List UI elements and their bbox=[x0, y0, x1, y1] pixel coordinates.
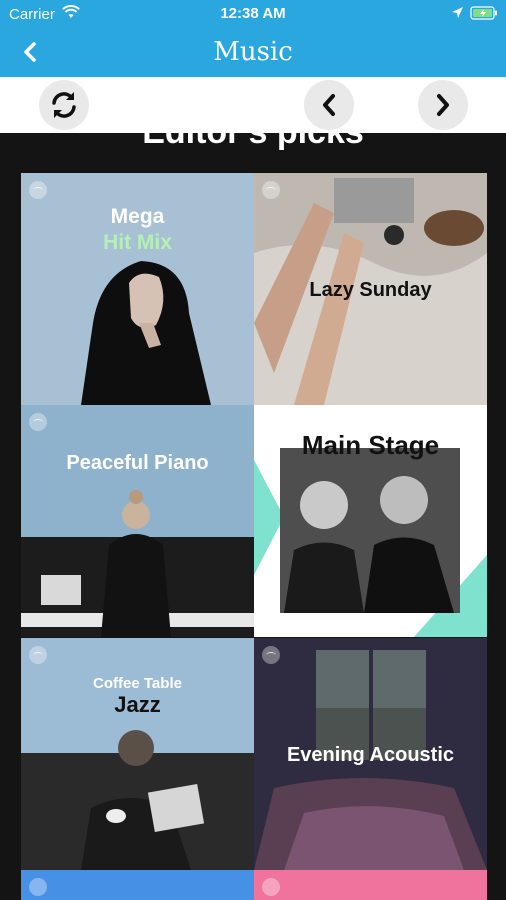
playlist-tile[interactable]: Coffee Table Jazz bbox=[21, 638, 254, 870]
next-button[interactable] bbox=[418, 80, 468, 130]
playlist-tile-partial[interactable] bbox=[254, 870, 487, 900]
playlist-tile[interactable]: Main Stage bbox=[254, 405, 487, 637]
playlist-tile[interactable]: Lazy Sunday bbox=[254, 173, 487, 405]
spotify-logo-icon bbox=[29, 181, 47, 199]
section-title: Editor's picks bbox=[0, 133, 506, 152]
spotify-logo-icon bbox=[262, 646, 280, 664]
refresh-icon bbox=[52, 92, 76, 118]
battery-icon bbox=[470, 6, 497, 20]
cover-art bbox=[21, 490, 254, 637]
content-area: Editor's picks Mega Hit Mix bbox=[0, 133, 506, 900]
playlist-title: Evening Acoustic bbox=[286, 744, 455, 766]
playlist-title: Main Stage bbox=[301, 430, 440, 460]
playlist-subtitle: Jazz bbox=[114, 692, 161, 717]
top-bar: Carrier 12:38 AM Music bbox=[0, 0, 506, 77]
toolbar bbox=[0, 77, 506, 133]
page-title: Music bbox=[213, 37, 293, 67]
spotify-logo-icon bbox=[29, 413, 47, 431]
refresh-button[interactable] bbox=[39, 80, 89, 130]
playlist-subtitle: Hit Mix bbox=[103, 231, 172, 254]
location-arrow-icon bbox=[452, 7, 463, 18]
spotify-logo-icon bbox=[262, 181, 280, 199]
status-bar: Carrier 12:38 AM bbox=[0, 0, 506, 26]
previous-button[interactable] bbox=[304, 80, 354, 130]
spotify-logo-icon bbox=[262, 413, 280, 431]
chevron-right-icon bbox=[437, 94, 449, 116]
playlist-tile[interactable]: Peaceful Piano bbox=[21, 405, 254, 637]
spotify-logo-icon bbox=[262, 878, 280, 896]
playlist-title: Lazy Sunday bbox=[309, 279, 432, 301]
spotify-logo-icon bbox=[29, 646, 47, 664]
clock: 12:38 AM bbox=[220, 5, 286, 22]
playlist-tile[interactable]: Mega Hit Mix bbox=[21, 173, 254, 405]
playlist-tile[interactable]: Evening Acoustic bbox=[254, 638, 487, 870]
cover-art bbox=[21, 730, 254, 870]
playlist-title: Coffee Table bbox=[93, 675, 182, 692]
playlist-title: Mega bbox=[110, 205, 165, 228]
playlist-title: Peaceful Piano bbox=[66, 452, 209, 474]
playlist-tile-partial[interactable] bbox=[21, 870, 254, 900]
spotify-logo-icon bbox=[29, 878, 47, 896]
chevron-left-icon bbox=[323, 94, 335, 116]
